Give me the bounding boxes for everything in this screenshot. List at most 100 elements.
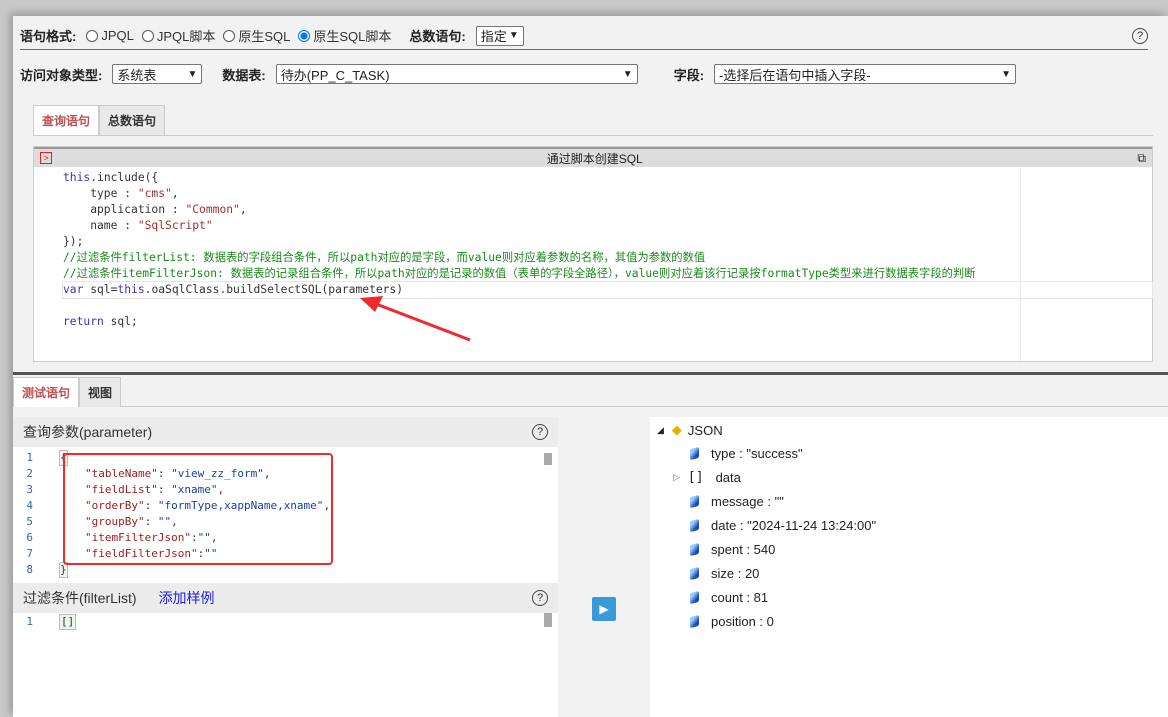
- collapsed-triangle-icon[interactable]: ▷: [673, 472, 680, 483]
- code-line: return sql;: [63, 314, 1152, 330]
- array-icon: []: [687, 470, 704, 485]
- code-token: .include({: [90, 171, 159, 184]
- code-line: type : "cms",: [63, 186, 1152, 202]
- value-node-icon: [690, 566, 699, 581]
- format-radio-0[interactable]: JPQL: [86, 26, 134, 45]
- line-number: 7: [26, 547, 33, 560]
- tree-node-label: spent : 540: [711, 542, 776, 557]
- tab-test-statement[interactable]: 测试语句: [13, 377, 80, 407]
- add-sample-link[interactable]: 添加样例: [159, 588, 215, 608]
- tree-node-label: message : "": [711, 494, 784, 509]
- code-token: application :: [63, 203, 186, 216]
- table-select[interactable]: 待办(PP_C_TASK) ▼: [275, 64, 638, 84]
- code-line: //过滤条件itemFilterJson: 数据表的记录组合条件，所以path对…: [63, 266, 1152, 282]
- maximize-icon[interactable]: ⧉: [1137, 151, 1146, 166]
- code-token: this: [117, 283, 145, 296]
- code-line: //过滤条件filterList: 数据表的字段组合条件，所以path对应的是字…: [63, 250, 1152, 266]
- access-type-select[interactable]: 系统表 ▼: [112, 64, 203, 84]
- scrollbar-thumb[interactable]: [544, 613, 552, 627]
- code-line: this.include({: [63, 170, 1152, 186]
- scrollbar-thumb[interactable]: [544, 453, 552, 465]
- help-icon[interactable]: ?: [532, 590, 548, 606]
- chevron-down-icon: ▼: [187, 68, 198, 80]
- run-button[interactable]: ▶: [592, 597, 616, 621]
- code-token: sql;: [103, 315, 138, 328]
- tree-node[interactable]: message : "": [690, 494, 784, 509]
- tab-view[interactable]: 视图: [79, 377, 122, 407]
- format-radio-2[interactable]: 原生SQL: [223, 26, 290, 45]
- code-token: "Common": [185, 203, 240, 216]
- format-radio-3[interactable]: 原生SQL脚本: [298, 26, 391, 45]
- radio-label: 原生SQL: [238, 29, 291, 44]
- field-value: -选择后在语句中插入字段-: [719, 67, 871, 83]
- tree-node[interactable]: spent : 540: [690, 542, 775, 557]
- radio-circle[interactable]: [298, 29, 311, 42]
- code-token: type :: [63, 187, 138, 200]
- format-row: 语句格式: JPQL JPQL脚本 原生SQL 原生SQL脚本 总数语句: 指定 ▼ ?: [20, 24, 1148, 50]
- field-select[interactable]: -选择后在语句中插入字段- ▼: [714, 64, 1017, 84]
- code-token: this: [63, 171, 91, 184]
- script-icon[interactable]: >: [40, 152, 52, 164]
- tree-node[interactable]: ▷ [] data: [673, 470, 741, 485]
- bottom-tabs-bar: 测试语句 视图: [13, 375, 1168, 407]
- line-number: 8: [26, 563, 33, 576]
- filter-editor[interactable]: 1 []: [13, 613, 558, 643]
- statement-tabs: 查询语句 总数语句: [33, 105, 1153, 136]
- line-number: 3: [26, 483, 33, 496]
- line-number: 1: [26, 615, 33, 628]
- format-radio-1[interactable]: JPQL脚本: [141, 26, 216, 45]
- line-number: 5: [26, 515, 33, 528]
- help-icon[interactable]: ?: [532, 424, 548, 440]
- tree-node-label: type : "success": [711, 446, 803, 461]
- value-node-icon: [690, 614, 699, 629]
- radio-circle[interactable]: [223, 29, 236, 42]
- parameter-pane: 查询参数(parameter) ? 1{2 "tableName": "view_…: [13, 417, 558, 717]
- line-number: 1: [26, 451, 33, 464]
- code-line: name : "SqlScript": [63, 218, 1152, 234]
- code-content[interactable]: this.include({ type : "cms", application…: [34, 167, 1153, 330]
- filter-title: 过滤条件(filterList): [23, 590, 137, 606]
- radio-circle[interactable]: [86, 29, 99, 42]
- code-minimap[interactable]: [1020, 169, 1140, 361]
- tree-node[interactable]: position : 0: [690, 614, 774, 629]
- format-label: 语句格式:: [20, 29, 77, 44]
- tree-node[interactable]: type : "success": [690, 446, 803, 461]
- value-node-icon: [690, 446, 699, 461]
- editor-title: 通过脚本创建SQL: [546, 151, 643, 166]
- tree-node-label: date : "2024-11-24 13:24:00": [711, 518, 877, 533]
- code-token: var: [63, 283, 84, 296]
- field-label: 字段:: [673, 67, 705, 83]
- count-select[interactable]: 指定 ▼: [475, 25, 524, 46]
- editor-header: > 通过脚本创建SQL ⧉: [34, 147, 1152, 167]
- help-icon[interactable]: ?: [1132, 27, 1148, 44]
- tree-root[interactable]: ◢ ◆ JSON: [657, 422, 723, 438]
- result-tree: ◢ ◆ JSON type : "success" ▷ [] data message …: [650, 417, 1168, 717]
- code-line: application : "Common",: [63, 202, 1152, 218]
- sql-script-editor[interactable]: > 通过脚本创建SQL ⧉ this.include({ type : "cms…: [33, 146, 1153, 362]
- code-token: ,: [239, 203, 247, 216]
- code-token: //过滤条件filterList: 数据表的字段组合条件，所以path对应的是字…: [63, 251, 706, 264]
- table-label: 数据表:: [222, 67, 266, 83]
- table-value: 待办(PP_C_TASK): [280, 67, 390, 83]
- red-highlight-box: [63, 453, 333, 565]
- filter-header: 过滤条件(filterList) 添加样例 ?: [13, 583, 558, 613]
- radio-circle[interactable]: [141, 29, 154, 42]
- code-token: "SqlScript": [137, 219, 213, 232]
- tree-node[interactable]: size : 20: [690, 566, 759, 581]
- line-number: 6: [26, 531, 33, 544]
- chevron-down-icon: ▼: [508, 30, 519, 41]
- run-column: [558, 417, 650, 717]
- tree-node[interactable]: count : 81: [690, 590, 768, 605]
- radio-label: JPQL脚本: [156, 29, 216, 44]
- radio-label: 原生SQL脚本: [313, 29, 392, 44]
- code-token: name :: [63, 219, 138, 232]
- tab-query-statement[interactable]: 查询语句: [33, 105, 100, 135]
- play-icon: ▶: [599, 602, 609, 616]
- tree-node[interactable]: date : "2024-11-24 13:24:00": [690, 518, 876, 533]
- tree-root-label: JSON: [687, 422, 723, 438]
- access-type-value: 系统表: [117, 67, 157, 83]
- parameter-title: 查询参数(parameter): [23, 424, 153, 440]
- tab-count-statement[interactable]: 总数语句: [99, 105, 166, 135]
- expanded-triangle-icon[interactable]: ◢: [657, 425, 664, 436]
